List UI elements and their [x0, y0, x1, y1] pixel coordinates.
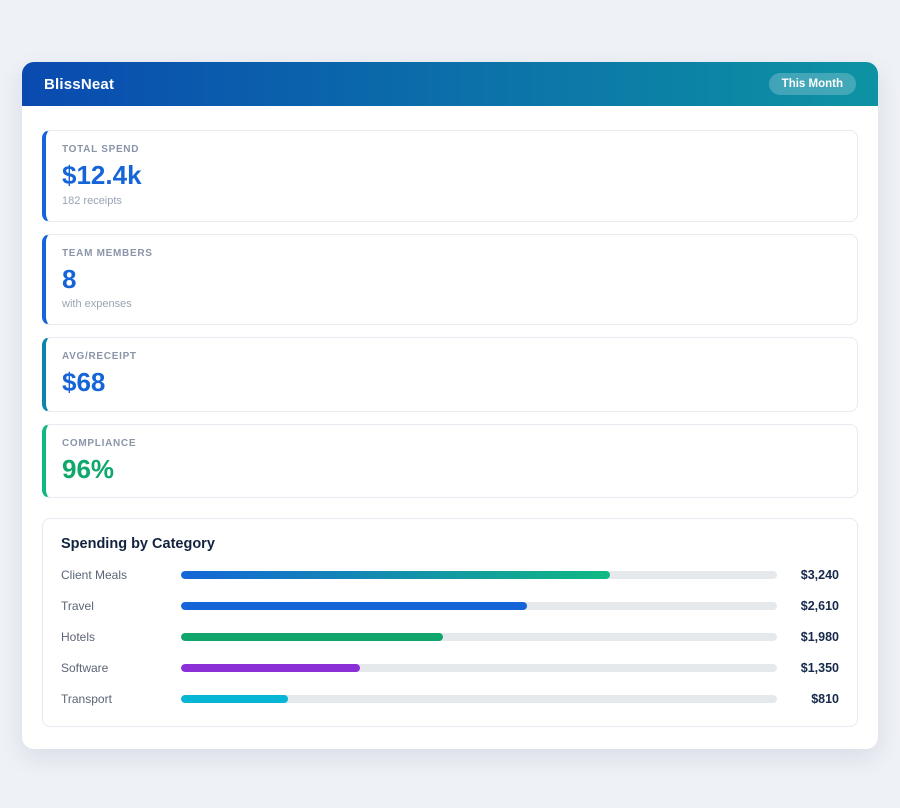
bar-track [181, 695, 777, 704]
app-window: BlissNeat This Month TOTAL SPEND $12.4k … [22, 62, 878, 750]
stat-label: COMPLIANCE [62, 437, 137, 449]
stat-subtext: with expenses [62, 298, 132, 311]
bar-track [181, 633, 777, 642]
bar-fill [181, 602, 527, 611]
category-value: $1,980 [800, 630, 839, 645]
chart-row-hotels: Hotels $1,980 [61, 630, 839, 644]
spending-chart-card: Spending by Category Client Meals $3,240… [42, 518, 858, 728]
chart-title: Spending by Category [61, 536, 215, 553]
category-label: Hotels [61, 630, 96, 645]
category-value: $810 [811, 692, 839, 707]
bar-fill [181, 571, 611, 580]
bar-fill [181, 633, 444, 642]
dashboard-body: TOTAL SPEND $12.4k 182 receipts TEAM MEM… [22, 106, 878, 749]
app-title: BlissNeat [44, 75, 115, 93]
category-value: $3,240 [800, 568, 839, 583]
category-value: $1,350 [800, 661, 839, 676]
category-label: Client Meals [61, 568, 128, 583]
bar-track [181, 571, 777, 580]
chart-row-travel: Travel $2,610 [61, 599, 839, 613]
category-label: Transport [61, 692, 112, 707]
category-value: $2,610 [800, 599, 839, 614]
stat-label: AVG/RECEIPT [62, 351, 137, 363]
stat-subtext: 182 receipts [62, 194, 122, 207]
chart-row-software: Software $1,350 [61, 661, 839, 675]
category-label: Travel [61, 599, 94, 614]
app-header: BlissNeat This Month [22, 62, 878, 106]
stat-value: 8 [62, 263, 77, 294]
bar-fill [181, 664, 360, 673]
stat-value: $12.4k [62, 160, 142, 190]
stat-card-avg-receipt: AVG/RECEIPT $68 [42, 337, 858, 412]
category-label: Software [61, 661, 109, 676]
stat-card-team-members: TEAM MEMBERS 8 with expenses [42, 233, 858, 326]
stat-card-compliance: COMPLIANCE 96% [42, 423, 858, 499]
stat-value: $68 [62, 367, 106, 398]
bar-track [181, 664, 777, 673]
chart-row-transport: Transport $810 [61, 692, 839, 706]
chart-row-client-meals: Client Meals $3,240 [61, 568, 839, 582]
bar-track [181, 602, 777, 611]
stat-card-total-spend: TOTAL SPEND $12.4k 182 receipts [42, 130, 858, 222]
stat-value: 96% [62, 453, 115, 484]
stat-label: TOTAL SPEND [62, 144, 140, 155]
bar-fill [181, 695, 289, 704]
period-badge[interactable]: This Month [768, 73, 856, 95]
stat-label: TEAM MEMBERS [62, 247, 153, 259]
